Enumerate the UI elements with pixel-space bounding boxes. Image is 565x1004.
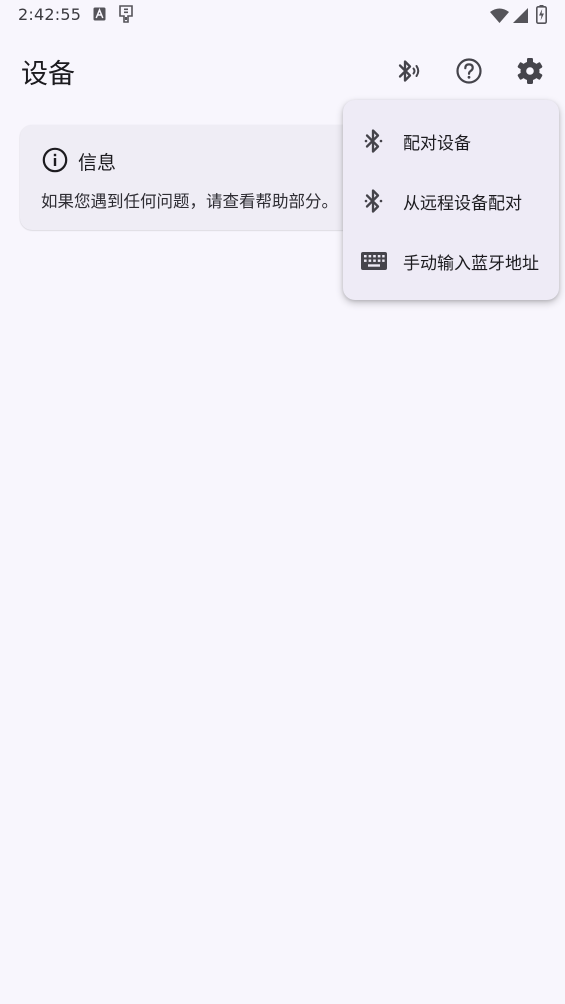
status-bar: 2:42:55 xyxy=(0,0,565,32)
page-title: 设备 xyxy=(21,59,75,90)
a-badge-icon xyxy=(93,7,106,21)
bluetooth-icon xyxy=(359,126,389,156)
help-icon xyxy=(456,58,482,84)
status-time: 2:42:55 xyxy=(18,5,82,24)
sim-toolkit-icon xyxy=(119,5,133,23)
menu-item-label: 配对设备 xyxy=(403,134,471,154)
menu-item-label: 从远程设备配对 xyxy=(403,194,522,214)
menu-item-label: 手动输入蓝牙地址 xyxy=(403,254,539,274)
app-bar: 设备 xyxy=(0,40,565,102)
signal-icon xyxy=(513,8,528,23)
overflow-menu: 配对设备 从远程设备配对 手动输入蓝牙地址 xyxy=(343,100,559,300)
info-card-title: 信息 xyxy=(78,152,117,174)
menu-item-manual-address[interactable]: 手动输入蓝牙地址 xyxy=(343,231,559,291)
keyboard-icon xyxy=(359,246,389,276)
help-button[interactable] xyxy=(449,51,489,91)
wifi-icon xyxy=(490,8,509,23)
bluetooth-scan-icon xyxy=(398,60,420,82)
info-card-text: 如果您遇到任何问题，请查看帮助部分。 xyxy=(41,192,338,211)
menu-item-pair-remote[interactable]: 从远程设备配对 xyxy=(343,171,559,231)
bluetooth-scan-button[interactable] xyxy=(388,51,428,91)
battery-charging-icon xyxy=(536,5,547,24)
menu-item-pair-device[interactable]: 配对设备 xyxy=(343,111,559,171)
bluetooth-icon xyxy=(359,186,389,216)
info-icon xyxy=(42,147,68,173)
settings-icon xyxy=(517,58,543,84)
settings-button[interactable] xyxy=(510,51,550,91)
